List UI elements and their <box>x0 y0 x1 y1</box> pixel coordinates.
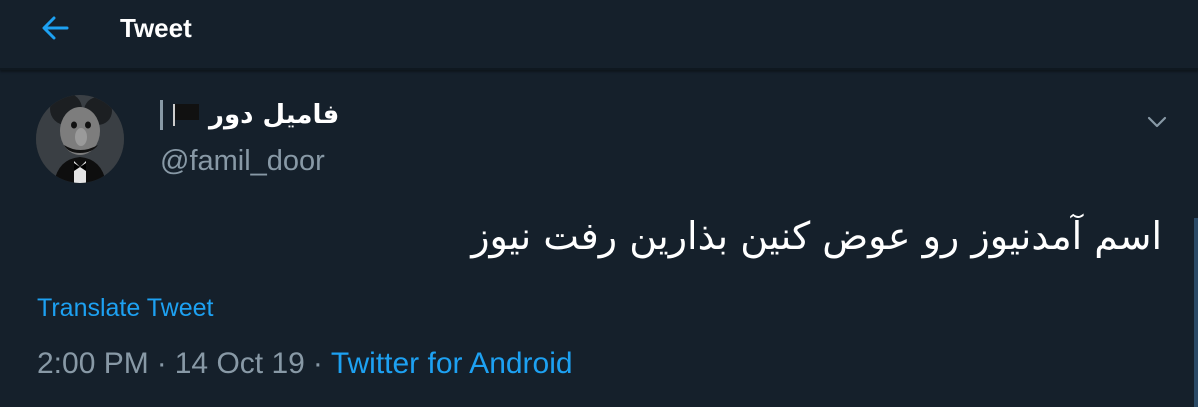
separator-dot: · <box>312 347 323 380</box>
author-handle[interactable]: @famil_door <box>160 143 325 179</box>
separator-dot: · <box>156 347 167 380</box>
back-button[interactable] <box>38 11 72 45</box>
author-display-name[interactable]: فامیل دور <box>160 97 339 133</box>
tweet-detail-screen: Tweet فامیل دور @famil_door اسم آمدنیوز … <box>0 0 1198 407</box>
avatar-image <box>36 95 124 183</box>
display-name-text: فامیل دور <box>209 100 340 130</box>
tweet-metadata: 2:00 PM · 14 Oct 19 · Twitter for Android <box>37 344 573 384</box>
page-title: Tweet <box>120 13 192 43</box>
arrow-left-icon <box>42 16 69 40</box>
name-bar-icon <box>160 100 163 130</box>
scrollbar[interactable] <box>1194 218 1198 407</box>
tweet-text: اسم آمدنیوز رو عوض کنین بذارین رفت نیوز <box>471 214 1162 258</box>
chevron-down-icon <box>1147 116 1167 128</box>
black-flag-icon <box>173 104 199 126</box>
tweet-menu-button[interactable] <box>1143 108 1171 136</box>
tweet-time: 2:00 PM <box>37 347 149 380</box>
tweet-date: 14 Oct 19 <box>174 347 305 380</box>
translate-tweet-link[interactable]: Translate Tweet <box>37 292 213 324</box>
tweet-source-link[interactable]: Twitter for Android <box>331 347 573 380</box>
top-app-bar: Tweet <box>0 0 1198 70</box>
avatar[interactable] <box>36 95 124 183</box>
